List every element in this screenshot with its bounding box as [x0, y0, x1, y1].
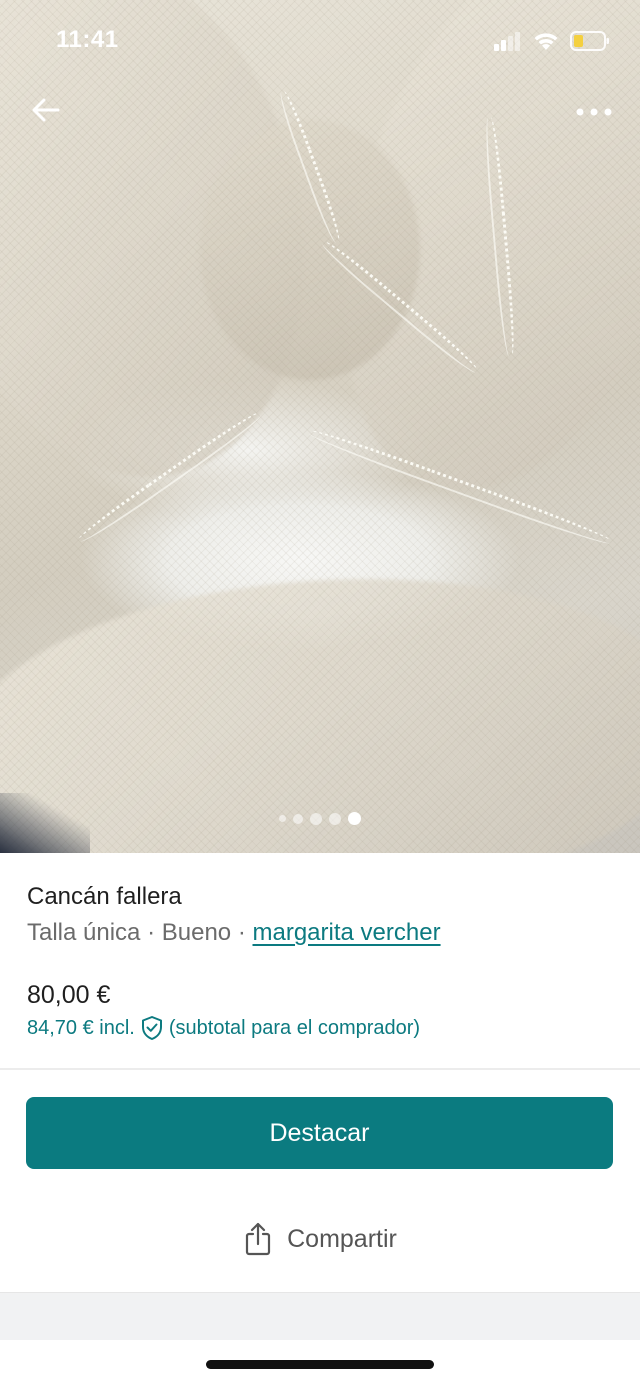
meta-separator: · [147, 919, 156, 946]
bump-button[interactable]: Destacar [26, 1097, 613, 1169]
listing-title: Cancán fallera [27, 883, 182, 910]
status-bar: 11:41 [0, 0, 640, 80]
divider [0, 1068, 640, 1070]
listing-condition: Bueno [161, 919, 232, 946]
meta-separator: · [237, 919, 246, 946]
wifi-icon [534, 33, 558, 50]
bottom-section [0, 1292, 640, 1340]
shield-check-icon [141, 1016, 162, 1040]
status-icons [494, 30, 610, 52]
gallery-dot[interactable] [329, 812, 341, 825]
gallery-dot[interactable] [293, 813, 303, 824]
back-button[interactable] [26, 90, 66, 130]
arrow-left-icon [32, 98, 60, 122]
status-time: 11:41 [56, 26, 119, 53]
seller-link[interactable]: margarita vercher [253, 919, 441, 946]
gallery-pagination[interactable] [0, 812, 640, 825]
product-photo[interactable] [0, 0, 640, 853]
battery-icon [570, 31, 609, 51]
share-button[interactable]: Compartir [0, 1222, 640, 1256]
price-incl-note: (subtotal para el comprador) [168, 1016, 421, 1039]
buyer-price-info[interactable]: 84,70 € incl. (subtotal para el comprado… [27, 1015, 420, 1041]
more-horizontal-icon [576, 108, 612, 116]
price-incl: 84,70 € incl. [27, 1016, 135, 1039]
cellular-signal-icon [494, 32, 520, 51]
share-label: Compartir [287, 1224, 397, 1253]
home-indicator[interactable] [206, 1360, 434, 1369]
listing-meta: Talla única · Bueno · margarita vercher [27, 919, 441, 947]
more-options-button[interactable] [572, 92, 616, 132]
share-icon [246, 1222, 271, 1256]
gallery-dot-active[interactable] [348, 812, 361, 825]
gallery-dot[interactable] [279, 815, 286, 822]
gallery-dot[interactable] [310, 812, 322, 825]
listing-size: Talla única [27, 919, 141, 946]
listing-price: 80,00 € [27, 981, 111, 1009]
